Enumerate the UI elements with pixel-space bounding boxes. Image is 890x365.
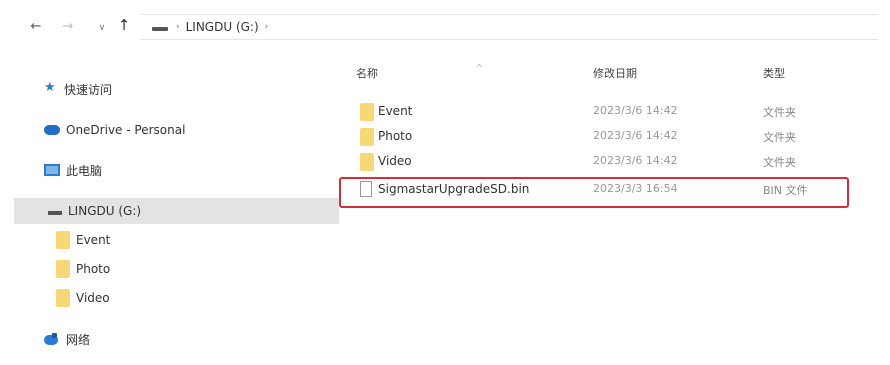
sidebar-item-onedrive[interactable]: OneDrive - Personal [44, 117, 185, 143]
sidebar-item-label: OneDrive - Personal [66, 123, 186, 137]
file-date: 2023/3/6 14:42 [593, 154, 678, 167]
file-row-video[interactable]: Video 2023/3/6 14:42 文件夹 [340, 150, 880, 174]
sidebar-item-lingdu-drive[interactable]: LINGDU (G:) [14, 198, 339, 224]
sidebar-item-label: 此电脑 [66, 163, 103, 178]
file-type: 文件夹 [763, 131, 796, 144]
sidebar-item-label: Photo [76, 262, 111, 276]
breadcrumb-separator-icon[interactable]: › [176, 22, 180, 32]
file-name: Video [378, 154, 412, 168]
sidebar-item-this-pc[interactable]: 此电脑 [44, 157, 102, 183]
computer-icon [44, 164, 60, 176]
file-date: 2023/3/6 14:42 [593, 129, 678, 142]
sidebar-item-label: Video [76, 291, 110, 305]
file-row-event[interactable]: Event 2023/3/6 14:42 文件夹 [340, 100, 880, 124]
sidebar-item-event[interactable]: Event [56, 227, 110, 253]
sidebar-item-label: Event [76, 233, 111, 247]
folder-icon [56, 231, 70, 249]
address-bar[interactable]: › LINGDU (G:) › [140, 14, 878, 40]
sidebar-item-video[interactable]: Video [56, 285, 110, 311]
folder-icon [360, 103, 374, 121]
file-list: 名称 ^ 修改日期 类型 Event 2023/3/6 14:42 文件夹 Ph… [340, 60, 890, 365]
sort-caret-icon: ^ [476, 63, 483, 72]
sidebar-item-network[interactable]: 网络 [44, 326, 90, 352]
forward-arrow-icon[interactable]: → [60, 18, 76, 34]
file-row-photo[interactable]: Photo 2023/3/6 14:42 文件夹 [340, 125, 880, 149]
drive-icon [150, 22, 170, 32]
navigation-bar: ← → ∨ ↑ › LINGDU (G:) › [0, 0, 890, 60]
sidebar-item-label: 网络 [66, 332, 91, 347]
sidebar-item-photo[interactable]: Photo [56, 256, 110, 282]
folder-icon [56, 260, 70, 278]
column-header-name[interactable]: 名称 ^ [356, 63, 483, 85]
drive-icon [48, 206, 62, 216]
column-header-label: 名称 [356, 67, 378, 80]
breadcrumb-separator-icon[interactable]: › [265, 22, 269, 32]
sidebar-item-label: LINGDU (G:) [68, 204, 142, 218]
folder-icon [360, 128, 374, 146]
column-header-date[interactable]: 修改日期 [593, 65, 637, 85]
file-type: 文件夹 [763, 156, 796, 169]
breadcrumb-drive[interactable]: LINGDU (G:) [186, 20, 259, 34]
cloud-icon [44, 125, 60, 135]
network-icon [44, 333, 60, 345]
file-name: Photo [378, 129, 413, 143]
file-type: 文件夹 [763, 106, 796, 119]
file-date: 2023/3/6 14:42 [593, 104, 678, 117]
highlight-box [339, 177, 849, 208]
back-arrow-icon[interactable]: ← [28, 18, 44, 34]
sidebar-item-label: 快速访问 [64, 82, 113, 97]
star-icon [44, 80, 58, 96]
column-header-type[interactable]: 类型 [763, 65, 785, 85]
folder-icon [56, 289, 70, 307]
file-name: Event [378, 104, 413, 118]
up-arrow-icon[interactable]: ↑ [116, 16, 132, 34]
navigation-pane: 快速访问 OneDrive - Personal 此电脑 LINGDU (G:)… [0, 60, 339, 365]
folder-icon [360, 153, 374, 171]
recent-locations-chevron-icon[interactable]: ∨ [94, 20, 110, 36]
sidebar-item-quick-access[interactable]: 快速访问 [44, 76, 112, 102]
